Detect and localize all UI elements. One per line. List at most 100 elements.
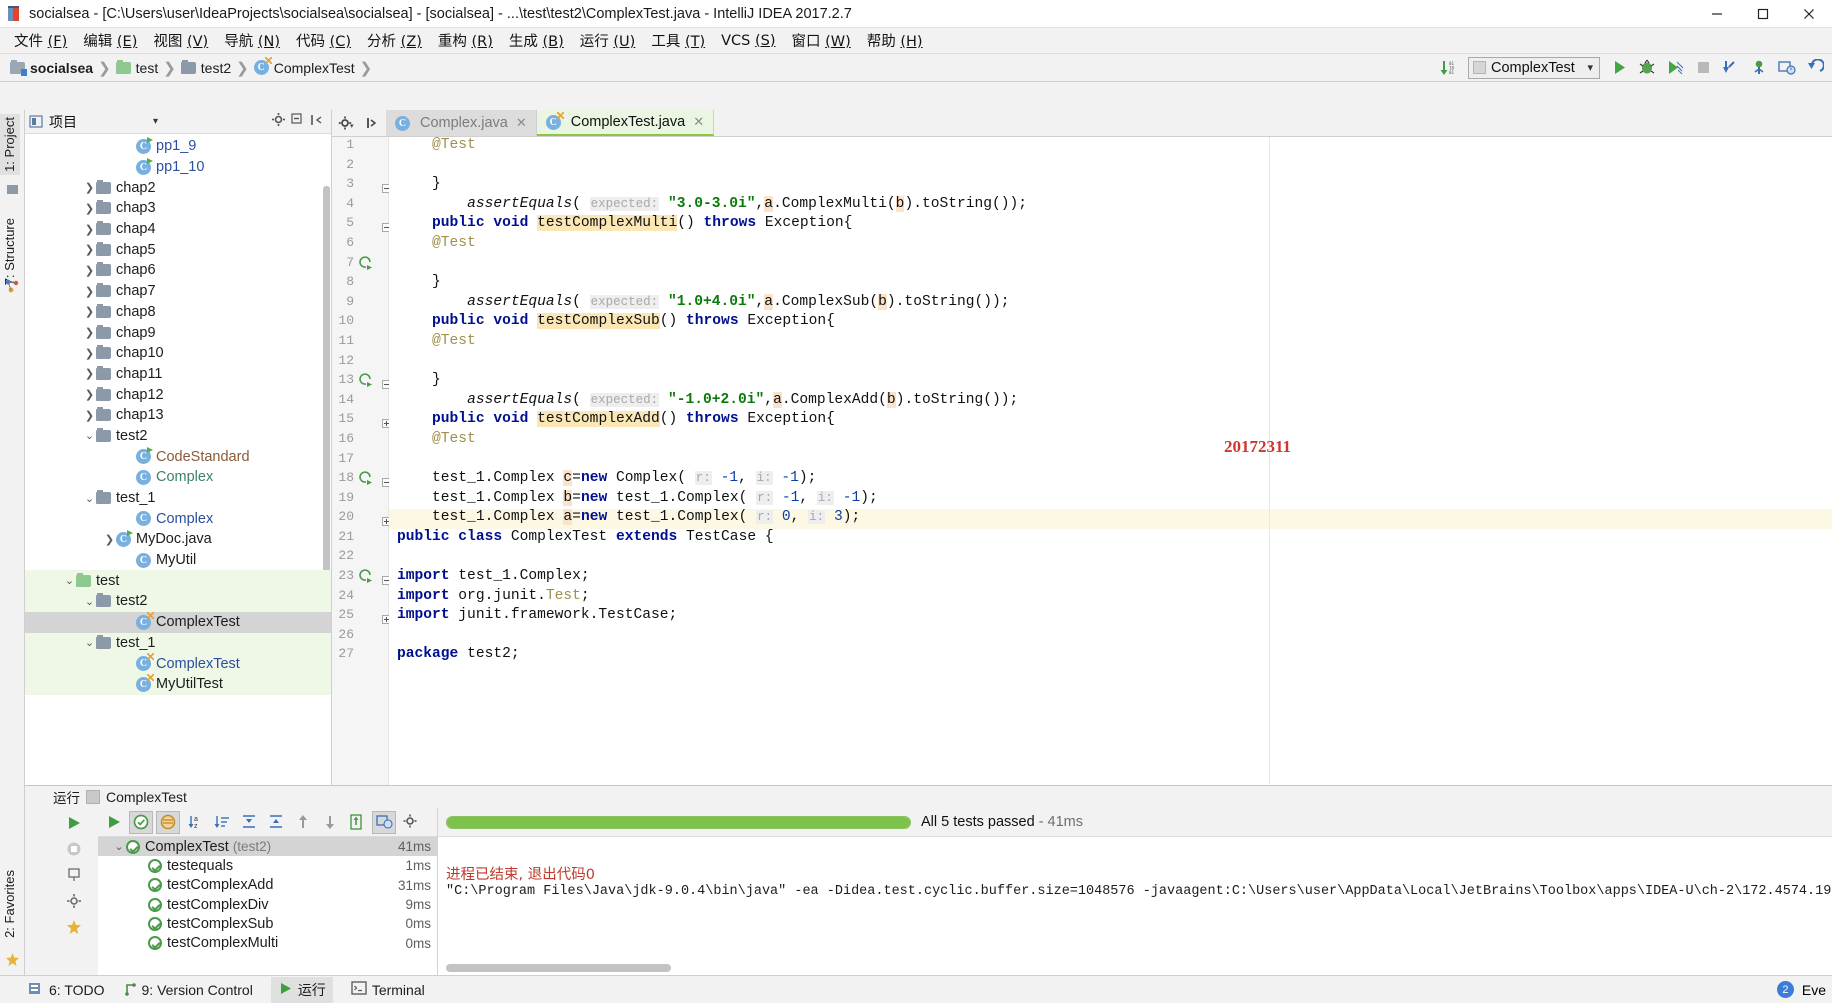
expand-all-icon[interactable] <box>237 811 261 834</box>
gutter-line-13[interactable]: 13 <box>332 372 391 392</box>
maximize-icon[interactable] <box>1740 0 1786 28</box>
gear-icon[interactable] <box>399 811 423 834</box>
vcs-commit-icon[interactable] <box>1746 56 1772 80</box>
tree-item-chap6[interactable]: ❯ chap6 <box>25 260 331 281</box>
code-line-1[interactable]: package test2; <box>389 646 1832 666</box>
gutter-line-18[interactable]: 18 <box>332 470 391 490</box>
breadcrumb-item-test[interactable]: test ❯ <box>115 59 181 77</box>
pin-icon[interactable] <box>63 864 85 886</box>
menu-item-12[interactable]: 帮助 (H) <box>859 28 931 53</box>
tree-item-test-1[interactable]: ⌄ test_1 <box>25 632 331 654</box>
restore-layout-icon[interactable] <box>359 110 386 136</box>
code-line-13[interactable]: public void testComplexAdd() throws Exce… <box>389 411 1832 431</box>
gutter-line-19[interactable]: 19 <box>332 490 388 510</box>
chevron-down-icon[interactable]: ⌄ <box>83 636 96 649</box>
chevron-right-icon[interactable]: ❯ <box>83 305 96 318</box>
vcs-history-icon[interactable] <box>1774 56 1800 80</box>
gutter-line-14[interactable]: 14 <box>332 392 388 412</box>
run-tab-label[interactable]: 运行 <box>53 787 80 807</box>
test-row-testcomplexdiv[interactable]: testComplexDiv 9ms <box>98 895 437 914</box>
code-line-10[interactable]: test_1.Complex c=new Complex( r: -1, i: … <box>389 470 1832 490</box>
gutter-line-8[interactable]: 8 <box>332 274 388 294</box>
gutter-line-6[interactable]: 6 <box>332 235 388 255</box>
update-project-icon[interactable]: 01 10 01 <box>1436 56 1462 80</box>
console-output[interactable]: 进程已结束, 退出代码0 "C:\Program Files\Java\jdk-9… <box>438 837 1832 975</box>
code-line-6[interactable] <box>389 548 1832 568</box>
gear-icon[interactable]: ▾ <box>332 110 359 136</box>
menu-item-7[interactable]: 生成 (B) <box>501 28 572 53</box>
chevron-right-icon[interactable]: ❯ <box>83 181 96 194</box>
code-line-5[interactable]: import test_1.Complex; <box>389 568 1832 588</box>
code-line-3[interactable]: import junit.framework.TestCase; <box>389 607 1832 627</box>
gutter-line-15[interactable]: 15 <box>332 411 391 431</box>
run-test-gutter-icon[interactable] <box>358 255 374 272</box>
collapse-all-icon[interactable] <box>291 112 305 131</box>
tree-item-test2[interactable]: ⌄ test2 <box>25 591 331 612</box>
chevron-right-icon[interactable]: ❯ <box>83 347 96 360</box>
code-line-7[interactable]: public class ComplexTest extends TestCas… <box>389 529 1832 549</box>
tree-item-codestandard[interactable]: C CodeStandard <box>25 446 331 467</box>
tree-item-myutiltest[interactable]: C MyUtilTest <box>25 673 331 695</box>
tree-item-complex[interactable]: C Complex <box>25 508 331 529</box>
collapse-all-icon[interactable] <box>264 811 288 834</box>
tree-item-pp1-10[interactable]: Cpp1_10 <box>25 157 331 178</box>
tree-item-chap12[interactable]: ❯ chap12 <box>25 384 331 405</box>
show-passed-icon[interactable] <box>129 810 153 834</box>
code-line-20[interactable]: } <box>389 274 1832 294</box>
status-item-6-todo[interactable]: 6: TODO <box>28 981 105 999</box>
tree-item-chap5[interactable]: ❯ chap5 <box>25 239 331 260</box>
gutter-line-3[interactable]: 3 <box>332 176 391 196</box>
status-item--[interactable]: 运行 <box>270 976 333 1003</box>
menu-item-8[interactable]: 运行 (U) <box>572 28 644 53</box>
status-item-9-version-control[interactable]: 9: Version Control <box>123 981 253 999</box>
status-item-terminal[interactable]: Terminal <box>351 981 425 998</box>
run-icon[interactable] <box>1606 56 1632 80</box>
gutter-line-17[interactable]: 17 <box>332 451 388 471</box>
code-line-12[interactable]: @Test <box>389 431 1832 451</box>
gutter-line-23[interactable]: 23 <box>332 568 391 588</box>
console-horizontal-scrollbar[interactable] <box>446 964 671 972</box>
tree-item-test2[interactable]: ⌄ test2 <box>25 426 331 447</box>
rerun-icon[interactable] <box>63 812 85 834</box>
tree-item-chap7[interactable]: ❯ chap7 <box>25 281 331 302</box>
editor-tab-complextest-java[interactable]: C ComplexTest.java ✕ <box>536 110 715 136</box>
chevron-right-icon[interactable]: ❯ <box>83 367 96 380</box>
code-line-25[interactable]: } <box>389 176 1832 196</box>
gutter-line-21[interactable]: 21 <box>332 529 388 549</box>
rerun-green-icon[interactable] <box>102 811 126 834</box>
chevron-down-icon[interactable]: ▾ <box>153 116 158 127</box>
chevron-down-icon[interactable]: ⌄ <box>83 492 96 505</box>
menu-item-9[interactable]: 工具 (T) <box>643 28 713 53</box>
tree-item-test-1[interactable]: ⌄ test_1 <box>25 488 331 509</box>
minimize-icon[interactable] <box>1694 0 1740 28</box>
gutter-line-4[interactable]: 4 <box>332 196 388 216</box>
chevron-down-icon[interactable]: ⌄ <box>83 429 96 442</box>
chevron-right-icon[interactable]: ❯ <box>83 264 96 277</box>
menu-item-6[interactable]: 重构 (R) <box>430 28 501 53</box>
gutter-line-26[interactable]: 26 <box>332 627 388 647</box>
run-test-gutter-icon[interactable] <box>358 471 374 487</box>
tree-item-test[interactable]: ⌄ test <box>25 570 331 592</box>
tree-item-chap8[interactable]: ❯ chap8 <box>25 302 331 323</box>
event-log-label[interactable]: Eve <box>1802 982 1826 998</box>
code-line-9[interactable]: test_1.Complex b=new test_1.Complex( r: … <box>389 489 1832 510</box>
gutter-line-24[interactable]: 24 <box>332 588 388 608</box>
close-icon[interactable]: ✕ <box>693 114 704 130</box>
tree-item-chap4[interactable]: ❯ chap4 <box>25 219 331 240</box>
gutter-line-25[interactable]: 25 <box>332 607 391 627</box>
gutter-line-10[interactable]: 10 <box>332 313 388 333</box>
tree-item-chap10[interactable]: ❯ chap10 <box>25 343 331 364</box>
hide-panel-icon[interactable] <box>310 113 324 131</box>
gutter-line-11[interactable]: 11 <box>332 333 388 353</box>
chevron-right-icon[interactable]: ❯ <box>83 285 96 298</box>
run-test-gutter-icon[interactable] <box>358 569 374 585</box>
code-line-14[interactable]: assertEquals( expected: "-1.0+2.0i",a.Co… <box>389 391 1832 412</box>
code-line-16[interactable] <box>389 353 1832 373</box>
code-line-26[interactable] <box>389 157 1832 177</box>
chevron-right-icon[interactable]: ❯ <box>83 388 96 401</box>
menu-item-1[interactable]: 编辑 (E) <box>75 28 145 53</box>
menu-item-5[interactable]: 分析 (Z) <box>359 28 430 53</box>
tree-item-complextest[interactable]: C ComplexTest <box>25 611 331 633</box>
breadcrumb-item-test2[interactable]: test2 ❯ <box>180 59 254 77</box>
gutter-line-1[interactable]: 1 <box>332 137 388 157</box>
